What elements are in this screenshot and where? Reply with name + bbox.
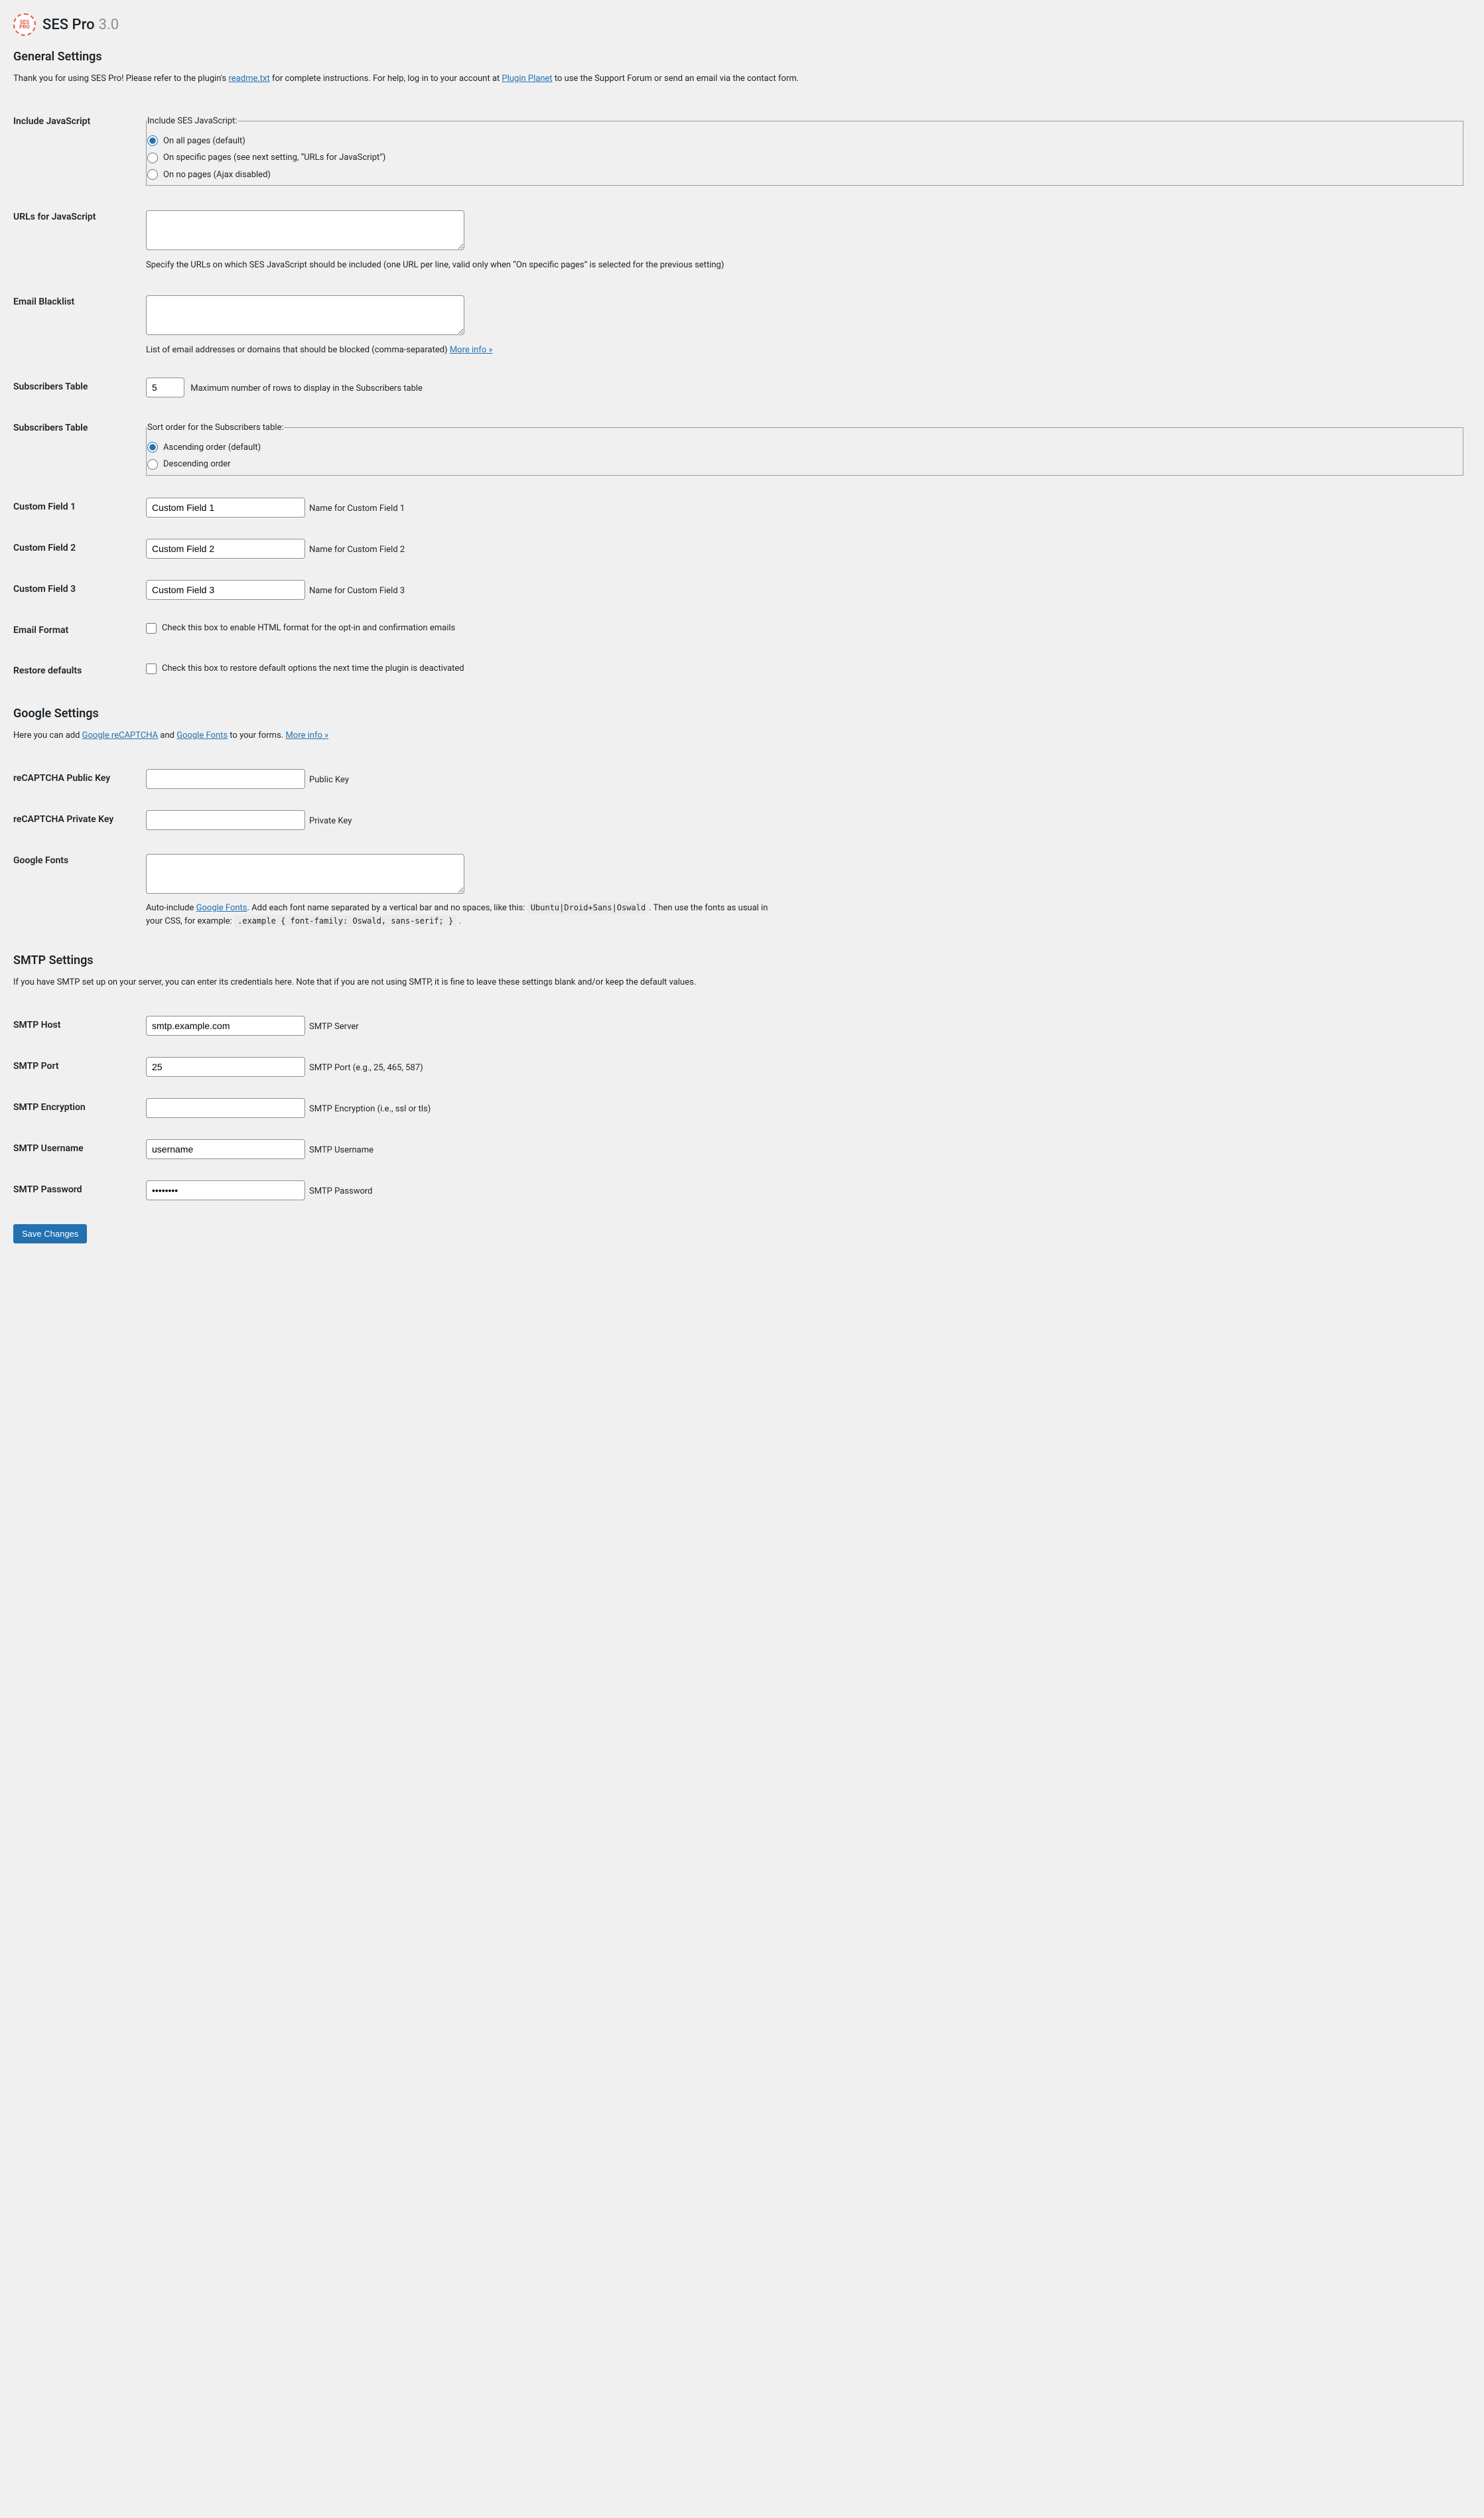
recaptcha-private-label: reCAPTCHA Private Key (13, 800, 146, 841)
restore-cb-label[interactable]: Check this box to restore default option… (146, 662, 1464, 675)
urls-js-help: Specify the URLs on which SES JavaScript… (146, 259, 783, 272)
cf3-help: Name for Custom Field 3 (309, 586, 405, 596)
ses-pro-logo-icon: SES PRO (13, 13, 36, 36)
plugin-planet-link[interactable]: Plugin Planet (502, 74, 553, 84)
smtp-enc-help: SMTP Encryption (i.e., ssl or tls) (309, 1104, 431, 1114)
sort-legend: Sort order for the Subscribers table: (147, 421, 284, 435)
google-fonts-link[interactable]: Google Fonts (176, 731, 228, 740)
smtp-enc-input[interactable] (146, 1098, 305, 1118)
page-header: SES PRO SES Pro3.0 (13, 13, 1471, 36)
smtp-pass-help: SMTP Password (309, 1186, 373, 1196)
include-js-all-label[interactable]: On all pages (default) (147, 135, 1463, 148)
smtp-pass-input[interactable] (146, 1180, 305, 1200)
smtp-port-input[interactable] (146, 1057, 305, 1077)
smtp-settings-table: SMTP Host SMTP Server SMTP Port SMTP Por… (13, 1005, 1471, 1211)
recaptcha-public-help: Public Key (309, 775, 349, 785)
sort-desc-label[interactable]: Descending order (147, 458, 1463, 471)
cf3-label: Custom Field 3 (13, 569, 146, 610)
google-intro: Here you can add Google reCAPTCHA and Go… (13, 729, 1471, 742)
smtp-pass-label: SMTP Password (13, 1170, 146, 1211)
include-js-none-radio[interactable] (147, 169, 158, 180)
sort-asc-radio[interactable] (147, 442, 158, 453)
general-settings-heading: General Settings (13, 48, 1471, 66)
blacklist-textarea[interactable] (146, 295, 464, 335)
include-js-specific-radio[interactable] (147, 153, 158, 163)
smtp-user-label: SMTP Username (13, 1129, 146, 1170)
google-fonts-textarea[interactable] (146, 854, 464, 894)
cf3-input[interactable] (146, 580, 305, 600)
cf1-help: Name for Custom Field 1 (309, 504, 405, 514)
google-fonts-label: Google Fonts (13, 841, 146, 939)
google-settings-heading: Google Settings (13, 705, 1471, 723)
smtp-port-label: SMTP Port (13, 1046, 146, 1087)
recaptcha-public-input[interactable] (146, 769, 305, 789)
google-fonts-help-link[interactable]: Google Fonts (196, 903, 247, 913)
rows-label: Subscribers Table (13, 367, 146, 408)
include-js-label: Include JavaScript (13, 102, 146, 197)
email-format-cb-label[interactable]: Check this box to enable HTML format for… (146, 622, 1464, 635)
sort-label: Subscribers Table (13, 408, 146, 487)
google-fonts-help: Auto-include Google Fonts. Add each font… (146, 902, 783, 928)
email-format-label: Email Format (13, 610, 146, 651)
sort-asc-label[interactable]: Ascending order (default) (147, 441, 1463, 455)
rows-help: Maximum number of rows to display in the… (190, 384, 423, 393)
google-more-info-link[interactable]: More info » (285, 731, 328, 740)
cf1-input[interactable] (146, 498, 305, 518)
smtp-host-input[interactable] (146, 1016, 305, 1036)
restore-checkbox[interactable] (146, 664, 157, 674)
sort-fieldset: Sort order for the Subscribers table: As… (146, 421, 1464, 476)
recaptcha-private-input[interactable] (146, 810, 305, 830)
smtp-host-label: SMTP Host (13, 1005, 146, 1046)
smtp-user-help: SMTP Username (309, 1145, 373, 1155)
recaptcha-public-label: reCAPTCHA Public Key (13, 758, 146, 800)
include-js-fieldset: Include SES JavaScript: On all pages (de… (146, 115, 1464, 186)
cf2-label: Custom Field 2 (13, 528, 146, 569)
smtp-port-help: SMTP Port (e.g., 25, 465, 587) (309, 1063, 423, 1073)
blacklist-help: List of email addresses or domains that … (146, 344, 783, 357)
cf1-label: Custom Field 1 (13, 487, 146, 528)
urls-js-textarea[interactable] (146, 210, 464, 250)
smtp-intro: If you have SMTP set up on your server, … (13, 976, 1471, 989)
general-settings-table: Include JavaScript Include SES JavaScrip… (13, 102, 1471, 691)
include-js-legend: Include SES JavaScript: (147, 115, 237, 128)
fonts-code-example2: .example { font-family: Oswald, sans-ser… (234, 915, 456, 927)
google-recaptcha-link[interactable]: Google reCAPTCHA (82, 731, 159, 740)
email-format-checkbox[interactable] (146, 623, 157, 634)
fonts-code-example1: Ubuntu|Droid+Sans|Oswald (527, 902, 649, 914)
smtp-enc-label: SMTP Encryption (13, 1087, 146, 1129)
blacklist-more-info-link[interactable]: More info » (450, 345, 493, 355)
blacklist-label: Email Blacklist (13, 282, 146, 367)
general-intro: Thank you for using SES Pro! Please refe… (13, 72, 1471, 86)
restore-label: Restore defaults (13, 651, 146, 691)
rows-input[interactable] (146, 378, 184, 397)
include-js-specific-label[interactable]: On specific pages (see next setting, “UR… (147, 151, 1463, 165)
cf2-input[interactable] (146, 539, 305, 559)
include-js-none-label[interactable]: On no pages (Ajax disabled) (147, 169, 1463, 182)
sort-desc-radio[interactable] (147, 459, 158, 470)
recaptcha-private-help: Private Key (309, 816, 352, 826)
smtp-user-input[interactable] (146, 1139, 305, 1159)
cf2-help: Name for Custom Field 2 (309, 545, 405, 555)
urls-js-label: URLs for JavaScript (13, 197, 146, 282)
smtp-host-help: SMTP Server (309, 1022, 359, 1032)
page-title: SES Pro3.0 (42, 14, 119, 36)
save-changes-button[interactable]: Save Changes (13, 1224, 87, 1243)
smtp-settings-heading: SMTP Settings (13, 951, 1471, 969)
readme-link[interactable]: readme.txt (229, 74, 270, 84)
include-js-all-radio[interactable] (147, 135, 158, 146)
google-settings-table: reCAPTCHA Public Key Public Key reCAPTCH… (13, 758, 1471, 939)
